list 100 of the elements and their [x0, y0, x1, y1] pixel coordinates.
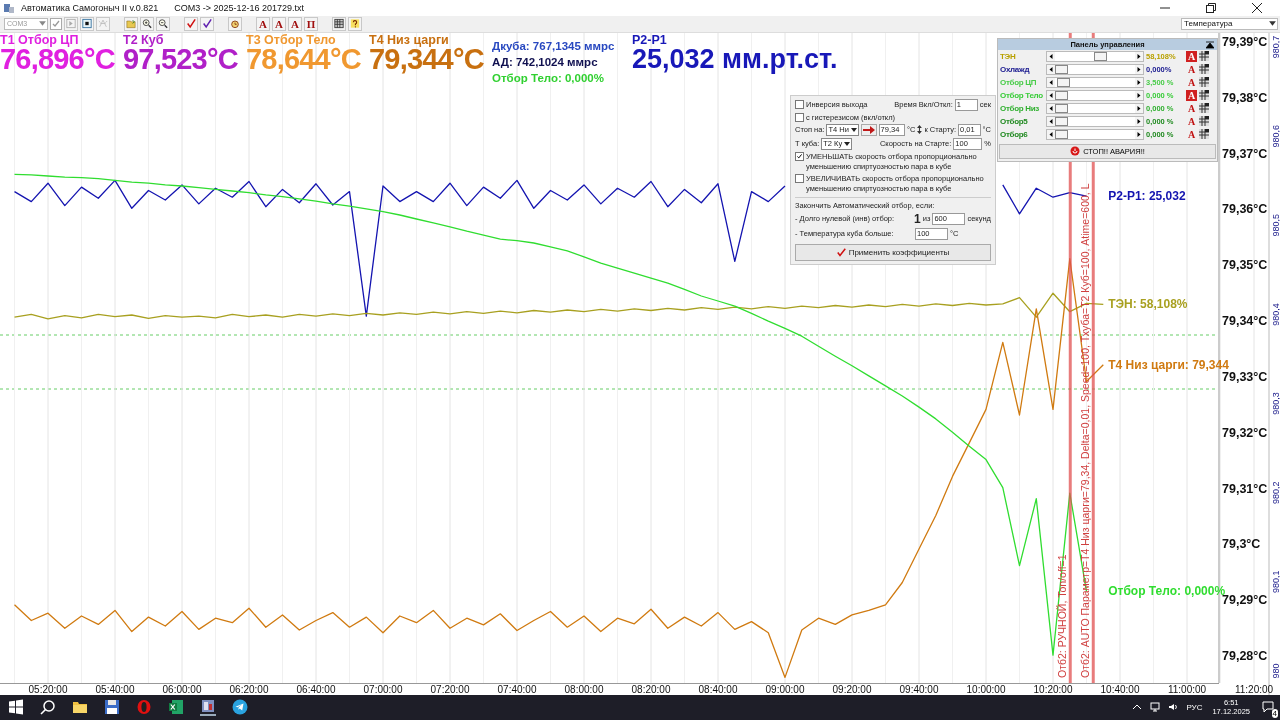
- right-arrow-icon[interactable]: [1135, 64, 1143, 74]
- y-tick-label: 79,28°C: [1222, 648, 1268, 663]
- marker-label: Отб2: AUTO Параметр=T4 Низ царги=79,34, Delta=0,01, Speed=100, Тхуба=T2 Куб=100, Atime=600, L: [1079, 183, 1092, 678]
- caret-icon[interactable]: [1268, 19, 1277, 29]
- paper-plane-icon[interactable]: [232, 699, 248, 716]
- left-arrow-icon[interactable]: [1047, 90, 1055, 100]
- x-tick-label: 09:20:00: [832, 683, 872, 695]
- x-tick-label: 07:40:00: [497, 683, 537, 695]
- grid-icon[interactable]: [1199, 90, 1209, 101]
- slider-thumb[interactable]: [1055, 103, 1068, 113]
- channel-label: Отбор Тело: [1000, 90, 1044, 100]
- y-tick-label: 79,33°C: [1222, 369, 1268, 384]
- x-tick-label: 10:20:00: [1033, 683, 1073, 695]
- stop-icon[interactable]: [80, 16, 94, 31]
- window-file: COM3 -> 2025-12-16 201729.txt: [174, 3, 305, 13]
- check-icon[interactable]: [200, 16, 214, 31]
- search-icon[interactable]: [40, 699, 56, 716]
- x-tick-label: 09:40:00: [899, 683, 939, 695]
- slider-thumb[interactable]: [1055, 129, 1068, 139]
- auto-mode-button[interactable]: A: [1186, 128, 1197, 140]
- x-tick-label: 08:20:00: [631, 683, 671, 695]
- left-arrow-icon[interactable]: [1047, 77, 1055, 87]
- grid-icon[interactable]: [1199, 64, 1209, 75]
- pressure-tick-label: 980,7: [1271, 35, 1280, 58]
- auto-mode-button[interactable]: A: [1186, 102, 1197, 114]
- checkbox[interactable]: [795, 112, 804, 122]
- left-arrow-icon[interactable]: [1047, 129, 1055, 139]
- auto-mode-button[interactable]: A: [1186, 76, 1197, 88]
- slider-thumb[interactable]: [1093, 51, 1107, 61]
- sensor-label: T4 Низ царги: [369, 33, 449, 46]
- x-tick-label: 09:00:00: [765, 683, 805, 695]
- start-icon[interactable]: [8, 699, 24, 716]
- letter-button[interactable]: A: [272, 16, 286, 31]
- y-tick-label: 79,39°C: [1222, 34, 1268, 49]
- right-arrow-icon[interactable]: [1135, 116, 1143, 126]
- slider-thumb[interactable]: [1055, 90, 1068, 100]
- folder-icon[interactable]: [72, 699, 88, 716]
- left-arrow-icon[interactable]: [1047, 64, 1055, 74]
- channel-label: Отбор6: [1000, 129, 1029, 139]
- letter-button[interactable]: A: [288, 16, 302, 31]
- checkbox[interactable]: [795, 100, 804, 110]
- auto-mode-button[interactable]: A: [1186, 63, 1197, 75]
- left-arrow-icon[interactable]: [1047, 51, 1055, 61]
- series-label: ТЭН: 58,108%: [1108, 297, 1188, 311]
- checkbox[interactable]: [795, 151, 804, 161]
- auto-mode-button[interactable]: A: [1186, 50, 1197, 62]
- volume-icon[interactable]: [1168, 702, 1179, 713]
- grid-icon[interactable]: [1199, 77, 1209, 88]
- series-label: T4 Низ царги: 79,344: [1108, 357, 1229, 372]
- slider-thumb[interactable]: [1055, 64, 1068, 74]
- port-checkbox[interactable]: [50, 17, 62, 30]
- ring-icon[interactable]: [136, 699, 152, 716]
- right-arrow-icon[interactable]: [1135, 129, 1143, 139]
- notification-icon[interactable]: [1262, 701, 1274, 714]
- x-tick-label: 07:20:00: [430, 683, 470, 695]
- auto-mode-button[interactable]: A: [1186, 115, 1197, 127]
- check-icon[interactable]: [184, 16, 198, 31]
- language-indicator[interactable]: РУС: [1186, 702, 1203, 712]
- view-select[interactable]: Температура: [1181, 17, 1278, 30]
- letter-button[interactable]: П: [304, 16, 318, 31]
- close-icon[interactable]: [1252, 3, 1262, 13]
- left-arrow-icon[interactable]: [1047, 103, 1055, 113]
- y-tick-label: 79,36°C: [1222, 201, 1268, 216]
- network-icon[interactable]: [1150, 702, 1161, 713]
- differential-label: P2-P1: [632, 33, 668, 46]
- zoom-out-icon[interactable]: [156, 16, 170, 31]
- slider-thumb[interactable]: [1057, 77, 1071, 87]
- right-arrow-icon[interactable]: [1135, 103, 1143, 113]
- window-title: Автоматика Самогоныч II v.0.821: [21, 3, 159, 13]
- spreadsheet-icon[interactable]: [168, 699, 184, 716]
- pressure-tick-label: 980,3: [1271, 391, 1280, 415]
- grid-icon[interactable]: [1199, 129, 1209, 140]
- help-icon[interactable]: [348, 16, 362, 31]
- check-icon: [836, 247, 846, 257]
- alarm-clock-icon[interactable]: [228, 16, 242, 31]
- restore-icon[interactable]: [1206, 3, 1216, 13]
- letter-button[interactable]: A: [256, 16, 270, 31]
- arrow-button[interactable]: [860, 123, 877, 136]
- grid-icon[interactable]: [1199, 116, 1209, 127]
- slider-thumb[interactable]: [1055, 116, 1068, 126]
- y-tick-label: 79,34°C: [1222, 313, 1268, 328]
- x-tick-label: 08:40:00: [698, 683, 738, 695]
- app-window-icon[interactable]: [200, 698, 216, 717]
- right-arrow-icon[interactable]: [1135, 77, 1143, 87]
- pressure-reading: АД: 742,1024 ммрс: [492, 54, 599, 70]
- pressure-tick-label: 980: [1271, 663, 1280, 679]
- app-icon: [3, 2, 15, 14]
- series-label: P2-P1: 25,032: [1108, 188, 1186, 203]
- right-arrow-icon[interactable]: [1135, 90, 1143, 100]
- grid-icon[interactable]: [1199, 103, 1209, 114]
- left-arrow-icon[interactable]: [1047, 116, 1055, 126]
- x-tick-label: 10:40:00: [1100, 683, 1140, 695]
- pressure-reading: Отбор Тело: 0,000%: [492, 70, 605, 86]
- y-tick-label: 79,3°C: [1222, 537, 1261, 551]
- grid-icon[interactable]: [1199, 51, 1209, 62]
- collapse-icon[interactable]: [1206, 40, 1214, 49]
- auto-mode-button[interactable]: A: [1186, 89, 1197, 101]
- zoom-in-icon[interactable]: [140, 16, 154, 31]
- checkbox[interactable]: [795, 173, 804, 183]
- right-arrow-icon[interactable]: [1135, 51, 1143, 61]
